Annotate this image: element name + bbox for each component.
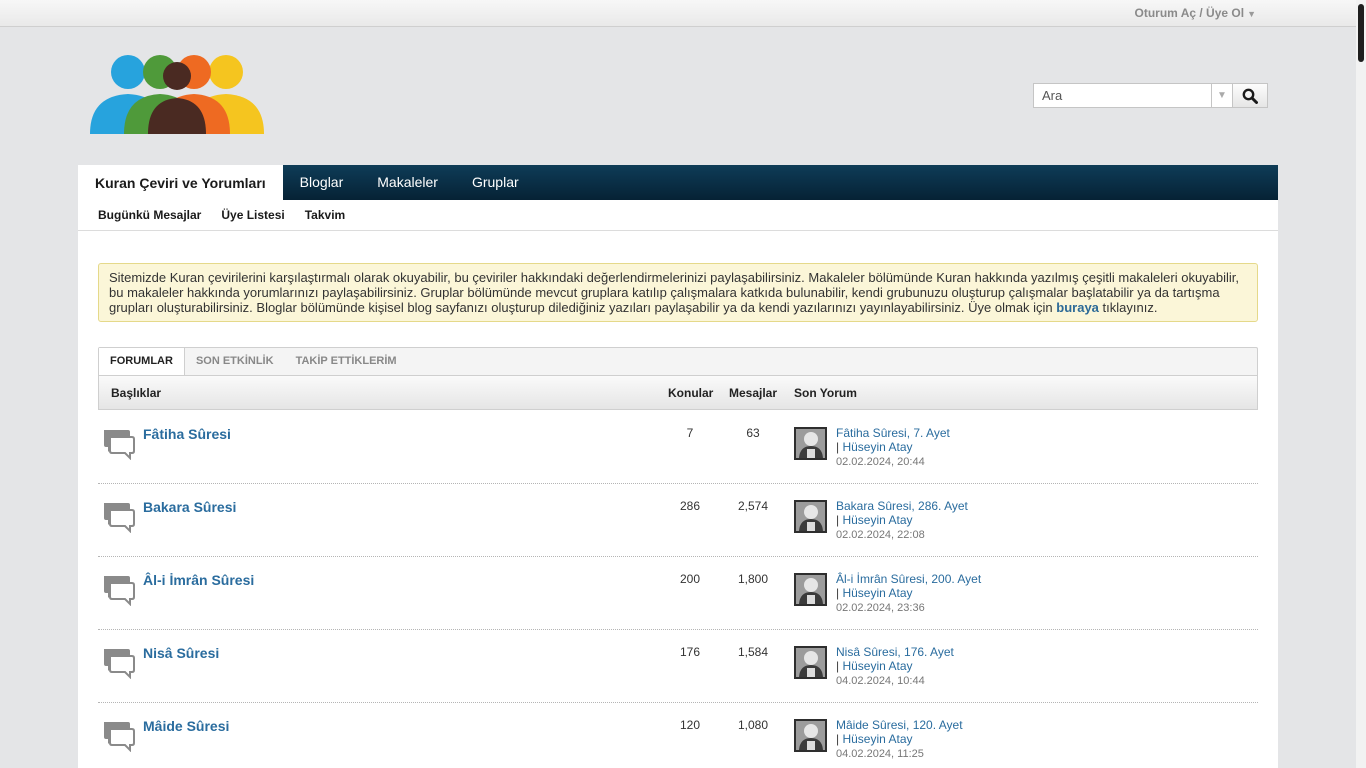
tab-recent-activity[interactable]: SON ETKİNLİK [185, 348, 285, 375]
search-input[interactable] [1033, 83, 1212, 108]
tab-forums[interactable]: FORUMLAR [99, 348, 185, 375]
user-avatar[interactable] [794, 427, 827, 460]
last-post-user-link[interactable]: Hüseyin Atay [842, 513, 912, 527]
forum-icon [102, 428, 136, 461]
forum-icon [102, 647, 136, 680]
search-button[interactable] [1233, 83, 1268, 108]
header-posts: Mesajlar [729, 386, 778, 400]
last-post-info: Nisâ Sûresi, 176. Ayet | Hüseyin Atay 04.0… [836, 645, 954, 688]
last-post-info: Fâtiha Sûresi, 7. Ayet | Hüseyin Atay 02.0… [836, 426, 950, 469]
user-avatar[interactable] [794, 573, 827, 606]
search-box: ▼ [1033, 83, 1268, 108]
topic-count: 286 [679, 499, 701, 513]
last-post-date: 02.02.2024, 22:08 [836, 529, 925, 541]
main-content: Sitemizde Kuran çevirilerini karşılaştır… [78, 231, 1278, 768]
page-scrollbar[interactable] [1356, 0, 1366, 768]
forum-row: Mâide Sûresi 120 1,080 Mâide Sûresi, 120. A… [98, 703, 1258, 768]
welcome-notice: Sitemizde Kuran çevirilerini karşılaştır… [98, 263, 1258, 322]
forum-title-link[interactable]: Nisâ Sûresi [143, 645, 219, 661]
header-titles: Başlıklar [111, 386, 162, 400]
last-post-user-link[interactable]: Hüseyin Atay [842, 732, 912, 746]
main-navbar: Kuran Çeviri ve Yorumları Bloglar Makale… [78, 165, 1278, 200]
last-post-link[interactable]: Âl-i İmrân Sûresi, 200. Ayet [836, 572, 981, 586]
notice-register-link[interactable]: buraya [1056, 300, 1099, 315]
header-last-post: Son Yorum [794, 386, 857, 400]
chevron-down-icon: ▼ [1217, 90, 1227, 101]
last-post-info: Bakara Sûresi, 286. Ayet | Hüseyin Atay 02… [836, 499, 968, 542]
last-post-link[interactable]: Mâide Sûresi, 120. Ayet [836, 718, 963, 732]
last-post-link[interactable]: Bakara Sûresi, 286. Ayet [836, 499, 968, 513]
topic-count: 7 [686, 426, 694, 440]
topic-count: 200 [679, 572, 701, 586]
search-options-dropdown[interactable]: ▼ [1212, 83, 1233, 108]
forum-row: Fâtiha Sûresi 7 63 Fâtiha Sûresi, 7. Ayet | … [98, 411, 1258, 484]
user-avatar[interactable] [794, 500, 827, 533]
user-avatar[interactable] [794, 719, 827, 752]
topic-count: 176 [679, 645, 701, 659]
last-post-info: Âl-i İmrân Sûresi, 200. Ayet | Hüseyin At… [836, 572, 981, 615]
tab-bloglar[interactable]: Bloglar [283, 165, 361, 200]
last-post-date: 04.02.2024, 11:25 [836, 748, 924, 760]
last-post-user-link[interactable]: Hüseyin Atay [842, 659, 912, 673]
subnav-todays-posts[interactable]: Bugünkü Mesajlar [98, 200, 201, 230]
scrollbar-thumb[interactable] [1358, 4, 1364, 62]
post-count: 2,574 [737, 499, 769, 513]
forum-title-link[interactable]: Âl-i İmrân Sûresi [143, 572, 254, 588]
dropdown-caret-icon: ▼ [1247, 9, 1256, 19]
search-icon [1242, 88, 1258, 104]
user-avatar[interactable] [794, 646, 827, 679]
last-post-link[interactable]: Fâtiha Sûresi, 7. Ayet [836, 426, 950, 440]
forum-table-header: Başlıklar Konular Mesajlar Son Yorum [98, 375, 1258, 410]
topic-count: 120 [679, 718, 701, 732]
forum-icon [102, 574, 136, 607]
forum-row: Âl-i İmrân Sûresi 200 1,800 Âl-i İmrân Sûre… [98, 557, 1258, 630]
last-post-date: 02.02.2024, 20:44 [836, 456, 925, 468]
header-topics: Konular [668, 386, 714, 400]
forum-row: Bakara Sûresi 286 2,574 Bakara Sûresi, 286.… [98, 484, 1258, 557]
subnav-member-list[interactable]: Üye Listesi [221, 200, 284, 230]
last-post-user-link[interactable]: Hüseyin Atay [842, 586, 912, 600]
site-logo[interactable] [88, 48, 266, 138]
tab-makaleler[interactable]: Makaleler [360, 165, 455, 200]
top-bar: Oturum Aç / Üye Ol ▼ [0, 0, 1356, 27]
last-post-date: 02.02.2024, 23:36 [836, 602, 925, 614]
tab-gruplar[interactable]: Gruplar [455, 165, 536, 200]
forum-row: Nisâ Sûresi 176 1,584 Nisâ Sûresi, 176. Aye… [98, 630, 1258, 703]
forum-title-link[interactable]: Bakara Sûresi [143, 499, 236, 515]
subnav-calendar[interactable]: Takvim [305, 200, 345, 230]
tab-following[interactable]: TAKİP ETTİKLERİM [285, 348, 408, 375]
forum-title-link[interactable]: Mâide Sûresi [143, 718, 229, 734]
post-count: 1,584 [737, 645, 769, 659]
tab-kuran[interactable]: Kuran Çeviri ve Yorumları [78, 165, 283, 200]
post-count: 1,800 [737, 572, 769, 586]
notice-suffix: tıklayınız. [1098, 300, 1158, 315]
sub-navbar: Bugünkü Mesajlar Üye Listesi Takvim [78, 200, 1278, 231]
post-count: 63 [746, 426, 760, 440]
last-post-info: Mâide Sûresi, 120. Ayet | Hüseyin Atay 04.… [836, 718, 963, 761]
forum-icon [102, 501, 136, 534]
post-count: 1,080 [737, 718, 769, 732]
login-register-link[interactable]: Oturum Aç / Üye Ol ▼ [1135, 6, 1257, 20]
last-post-link[interactable]: Nisâ Sûresi, 176. Ayet [836, 645, 954, 659]
last-post-user-link[interactable]: Hüseyin Atay [842, 440, 912, 454]
forum-icon [102, 720, 136, 753]
forum-title-link[interactable]: Fâtiha Sûresi [143, 426, 231, 442]
content-tabs: FORUMLAR SON ETKİNLİK TAKİP ETTİKLERİM [98, 347, 1258, 375]
last-post-date: 04.02.2024, 10:44 [836, 675, 925, 687]
